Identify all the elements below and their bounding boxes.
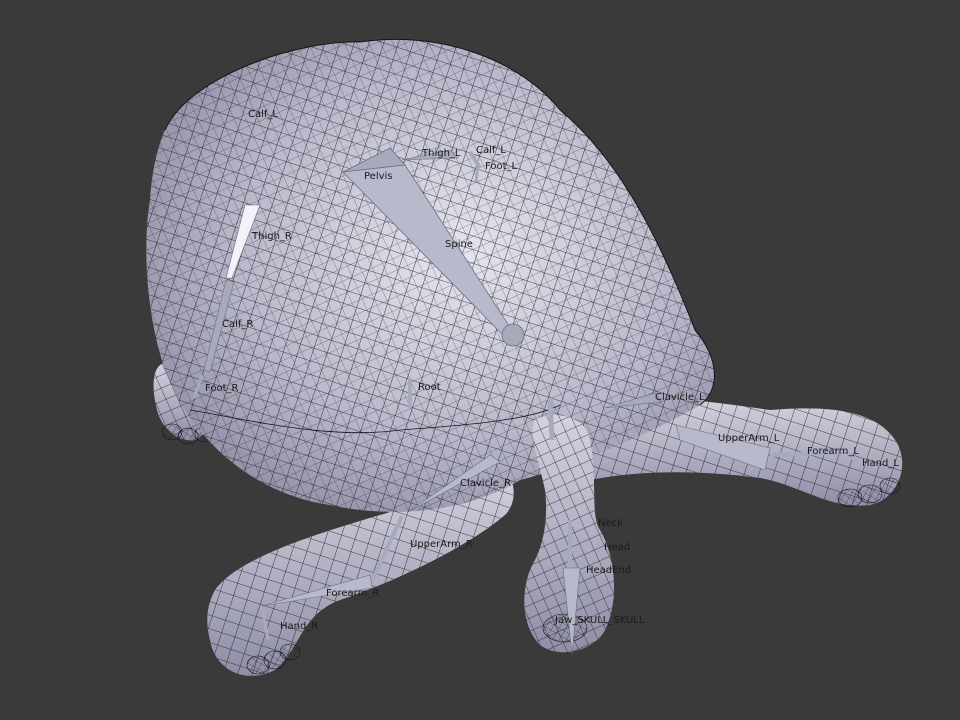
bone-foot-l[interactable] <box>474 164 480 183</box>
bone-label-thigh-l[interactable]: Thigh_L <box>422 149 460 159</box>
bone-label-clavicle-l[interactable]: Clavicle_L <box>655 393 705 403</box>
bone-neck[interactable] <box>547 397 555 441</box>
bone-label-thigh-r[interactable]: Thigh_R <box>252 232 292 242</box>
bone-label-forearm-r[interactable]: Forearm_R <box>326 589 379 599</box>
bone-label-calf-l[interactable]: Calf_L <box>476 146 506 156</box>
bone-label-head-end[interactable]: HeadEnd <box>586 566 631 576</box>
bone-label-root[interactable]: Root <box>418 383 441 393</box>
bone-label-upper-arm-l[interactable]: UpperArm_L <box>718 434 779 444</box>
bone-label-head[interactable]: Head <box>604 543 630 553</box>
turtle-armature-scene[interactable] <box>0 0 960 720</box>
bone-label-jaw[interactable]: Jaw_SKULL_SKULL <box>555 616 644 626</box>
bone-label-pelvis[interactable]: Pelvis <box>364 172 393 182</box>
3d-viewport[interactable]: Pelvis Spine Root Thigh_L Calf_L Foot_L … <box>0 0 960 720</box>
bone-label-hand-r[interactable]: Hand_R <box>280 622 318 632</box>
bone-spine-tail[interactable] <box>501 323 525 347</box>
bone-label-clavicle-r[interactable]: Clavicle_R <box>460 479 511 489</box>
bone-label-calf-top[interactable]: Calf_L <box>248 110 278 120</box>
bone-label-foot-r[interactable]: Foot_R <box>205 384 239 394</box>
bone-label-upper-arm-r[interactable]: UpperArm_R <box>410 540 473 550</box>
bone-label-neck[interactable]: Neck <box>598 519 623 529</box>
bone-label-foot-l[interactable]: Foot_L <box>485 162 517 172</box>
bone-label-calf-r[interactable]: Calf_R <box>222 320 253 330</box>
bone-label-spine[interactable]: Spine <box>445 240 473 250</box>
bone-label-forearm-l[interactable]: Forearm_L <box>807 447 859 457</box>
bone-label-hand-l[interactable]: Hand_L <box>862 459 899 469</box>
